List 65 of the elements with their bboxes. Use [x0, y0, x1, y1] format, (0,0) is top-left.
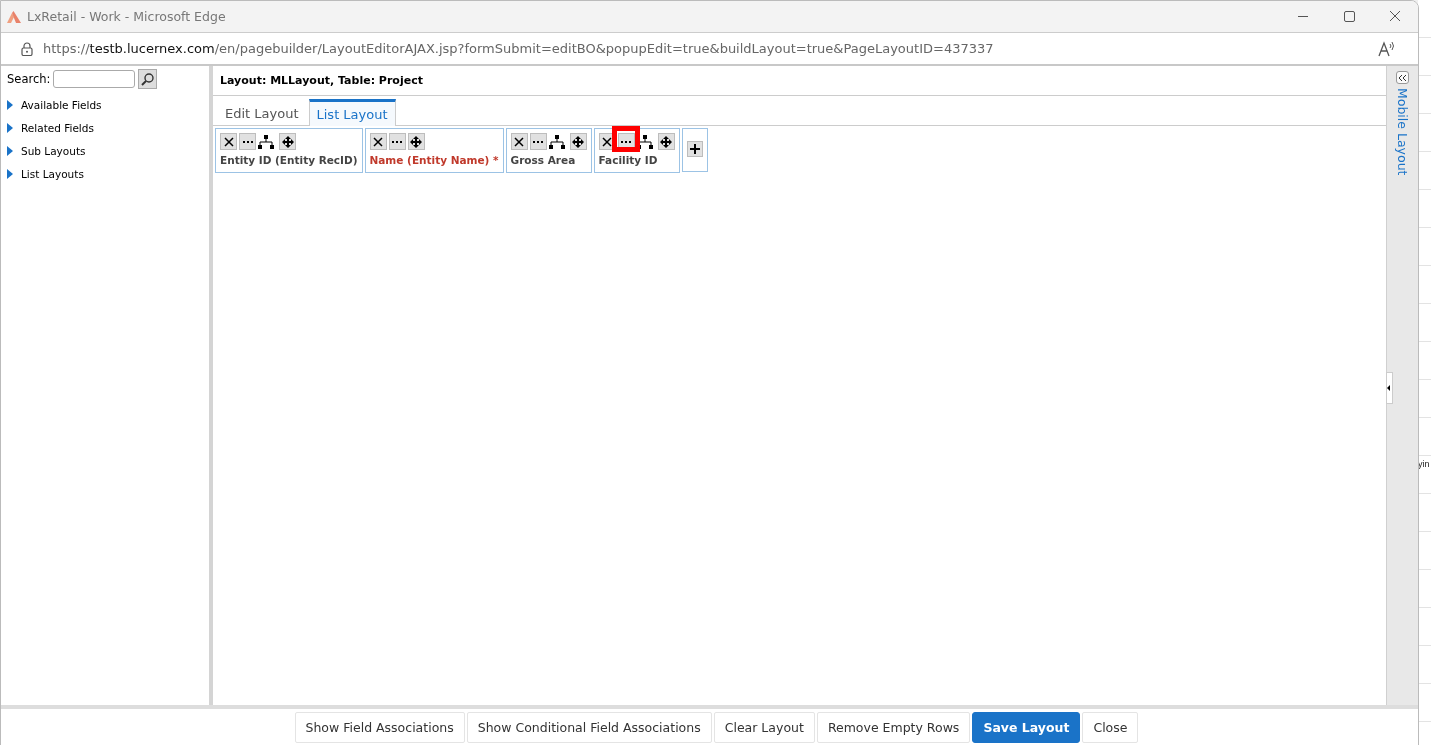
remove-button[interactable] — [510, 133, 528, 150]
address-url[interactable]: https://testb.lucernex.com/en/pagebuilder/LayoutEditorAJAX.jsp?formSubmit=editBO&popupEdit=true&buildLayout=true&PageLayoutID=437337 — [43, 41, 994, 56]
tree-item[interactable]: Available Fields — [7, 93, 209, 116]
search-button[interactable] — [138, 69, 158, 89]
move-button[interactable] — [407, 133, 425, 150]
background-text: yin — [1418, 459, 1430, 469]
field-card[interactable]: Name (Entity Name) * — [364, 128, 504, 173]
hierarchy-icon[interactable] — [548, 134, 565, 149]
remove-button[interactable] — [220, 133, 237, 150]
search-label: Search: — [7, 72, 51, 86]
footer-button[interactable]: Clear Layout — [713, 711, 815, 743]
tab[interactable]: List Layout — [308, 99, 396, 126]
field-card[interactable]: Facility ID — [593, 128, 680, 173]
plus-icon — [689, 144, 700, 154]
move-icon — [410, 135, 422, 148]
close-icon — [373, 136, 383, 147]
tree-item[interactable]: Related Fields — [7, 116, 209, 139]
field-label: Entity ID (Entity RecID) — [220, 154, 358, 166]
field-label: Gross Area — [510, 154, 577, 166]
app-logo-icon — [7, 10, 21, 23]
mobile-layout-tab[interactable]: Mobile Layout — [1395, 88, 1410, 176]
footer-button[interactable]: Show Field Associations — [294, 711, 465, 743]
footer-button[interactable]: Close — [1082, 711, 1139, 743]
window-title: LxRetail - Work - Microsoft Edge — [27, 9, 226, 24]
field-card[interactable]: Entity ID (Entity RecID) — [215, 128, 363, 173]
tree-item[interactable]: List Layouts — [7, 162, 209, 185]
move-button[interactable] — [657, 133, 675, 150]
layout-header: Layout: MLLayout, Table: Project — [213, 66, 1386, 96]
collapse-button[interactable] — [1396, 71, 1409, 84]
ellipsis-icon — [621, 140, 632, 143]
collapsed-arrow-icon[interactable] — [7, 99, 13, 110]
tree-item[interactable]: Sub Layouts — [7, 139, 209, 162]
more-options-button[interactable] — [239, 133, 256, 150]
move-icon — [281, 135, 294, 148]
ellipsis-icon — [242, 140, 253, 143]
close-icon — [602, 136, 613, 147]
field-card[interactable]: Gross Area — [505, 128, 592, 173]
ellipsis-icon — [533, 140, 544, 143]
search-field[interactable] — [53, 70, 136, 88]
hierarchy-icon[interactable] — [258, 134, 274, 149]
close-icon — [514, 136, 525, 147]
collapsed-arrow-icon[interactable] — [7, 168, 13, 179]
remove-button[interactable] — [369, 133, 387, 150]
move-button[interactable] — [279, 133, 296, 150]
more-options-button[interactable] — [388, 133, 406, 150]
move-icon — [660, 135, 673, 148]
collapsed-arrow-icon[interactable] — [7, 122, 13, 133]
ellipsis-icon — [392, 140, 402, 143]
save-button[interactable]: Save Layout — [972, 711, 1081, 743]
search-icon — [141, 72, 155, 86]
field-label: Facility ID — [598, 154, 659, 166]
footer-button[interactable]: Remove Empty Rows — [816, 711, 971, 743]
lock-icon[interactable] — [21, 41, 33, 56]
add-button[interactable] — [686, 141, 703, 157]
more-options-button[interactable] — [529, 133, 547, 150]
field-label: Name (Entity Name) * — [369, 154, 499, 166]
move-icon — [572, 135, 585, 148]
close-icon — [223, 136, 234, 147]
double-chevron-icon — [1398, 73, 1407, 82]
footer-button[interactable]: Show Conditional Field Associations — [466, 711, 712, 743]
caret-icon — [1387, 385, 1391, 391]
collapsed-arrow-icon[interactable] — [7, 145, 13, 156]
splitter-handle[interactable] — [1386, 372, 1393, 404]
read-aloud-icon[interactable] — [1378, 40, 1396, 57]
move-button[interactable] — [569, 133, 587, 150]
